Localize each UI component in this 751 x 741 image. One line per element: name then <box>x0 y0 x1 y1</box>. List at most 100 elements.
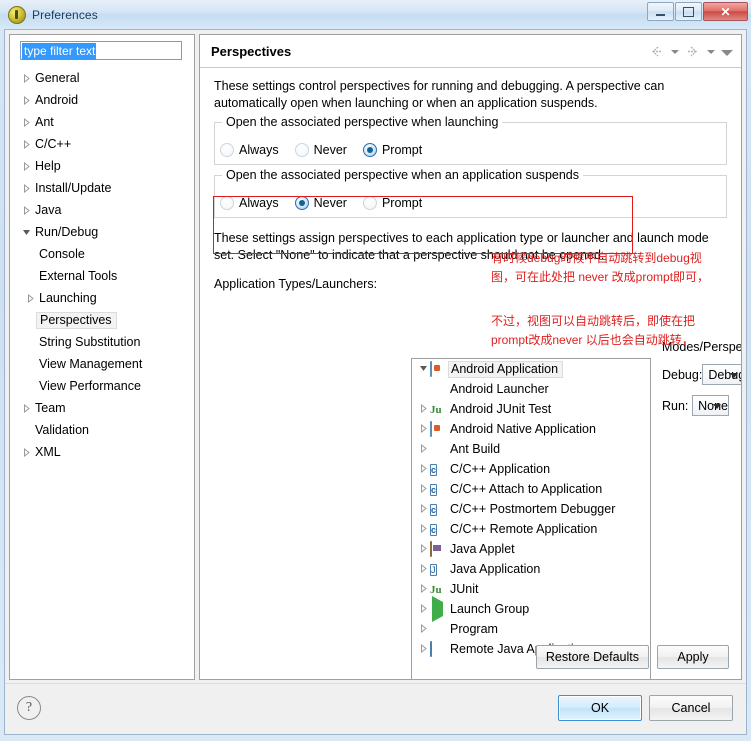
ok-button[interactable]: OK <box>558 695 642 721</box>
tree-collapse-arrow-icon[interactable] <box>416 364 430 375</box>
preference-page-panel: Perspectives These settings control pers… <box>199 34 742 680</box>
back-icon[interactable] <box>648 43 665 60</box>
back-dropdown-chevron-down-icon[interactable] <box>668 43 681 60</box>
list-item[interactable]: Program <box>412 619 650 639</box>
tree-expand-arrow-icon[interactable] <box>18 447 34 457</box>
sidebar-item-console[interactable]: Console <box>12 243 192 265</box>
list-item[interactable]: Launch Group <box>412 596 650 622</box>
list-item[interactable]: Android Launcher <box>412 379 650 399</box>
sidebar-item-run-debug[interactable]: Run/Debug <box>12 221 192 243</box>
launch-radio-never[interactable]: Never <box>294 143 347 157</box>
tree-expand-arrow-icon[interactable] <box>18 117 34 127</box>
cancel-button[interactable]: Cancel <box>649 695 733 721</box>
sidebar-item-label: Launching <box>39 291 97 305</box>
run-perspective-select[interactable]: None <box>692 395 729 416</box>
tree-expand-arrow-icon[interactable] <box>18 205 34 215</box>
preference-tree[interactable]: General Android Ant C/C++ Help Install/Update… <box>12 67 192 677</box>
sidebar-item-android[interactable]: Android <box>12 89 192 111</box>
sidebar-item-help[interactable]: Help <box>12 155 192 177</box>
tree-expand-arrow-icon[interactable] <box>18 403 34 413</box>
list-item[interactable]: Android Native Application <box>412 419 650 439</box>
close-button[interactable]: ✕ <box>703 2 748 21</box>
tree-expand-arrow-icon[interactable] <box>416 603 430 615</box>
tree-expand-arrow-icon[interactable] <box>18 161 34 171</box>
list-item-label: C/C++ Application <box>450 462 551 476</box>
list-item-label: Launch Group <box>450 602 530 616</box>
tree-collapse-arrow-icon[interactable] <box>18 228 34 237</box>
debug-perspective-select[interactable]: Debug <box>702 364 741 385</box>
filter-input-wrapper[interactable]: type filter text <box>20 41 182 60</box>
sidebar-item-validation[interactable]: Validation <box>12 419 192 441</box>
tree-expand-arrow-icon[interactable] <box>18 95 34 105</box>
sidebar-item-view-performance[interactable]: View Performance <box>12 375 192 397</box>
list-item[interactable]: Ant Build <box>412 439 650 459</box>
tree-expand-arrow-icon[interactable] <box>416 403 430 415</box>
tree-expand-arrow-icon[interactable] <box>18 183 34 193</box>
suspend-radio-never-label: Never <box>313 196 347 210</box>
sidebar-item-perspectives[interactable]: Perspectives <box>12 309 192 331</box>
tree-expand-arrow-icon[interactable] <box>416 463 430 475</box>
sidebar-item-view-management[interactable]: View Management <box>12 353 192 375</box>
sidebar-item-launching[interactable]: Launching <box>12 287 192 309</box>
help-icon[interactable]: ? <box>17 696 41 720</box>
tree-expand-arrow-icon[interactable] <box>416 643 430 655</box>
restore-defaults-button[interactable]: Restore Defaults <box>535 645 649 669</box>
c-icon: c <box>430 484 438 496</box>
sidebar-item-string-substitution[interactable]: String Substitution <box>12 331 192 353</box>
chevron-down-icon <box>713 404 721 409</box>
tree-expand-arrow-icon[interactable] <box>22 293 38 303</box>
sidebar-item-ant[interactable]: Ant <box>12 111 192 133</box>
tree-expand-arrow-icon[interactable] <box>416 543 430 555</box>
tree-expand-arrow-icon[interactable] <box>416 623 430 635</box>
tree-expand-arrow-icon[interactable] <box>416 583 430 595</box>
launch-perspective-group: Open the associated perspective when lau… <box>214 115 727 165</box>
list-item[interactable]: c C/C++ Remote Application <box>412 519 650 539</box>
chevron-down-icon <box>730 373 739 378</box>
page-menu-chevron-down-icon[interactable] <box>720 43 733 60</box>
preference-tree-panel: type filter text General Android Ant C/C++ H… <box>9 34 195 680</box>
sidebar-item-install-update[interactable]: Install/Update <box>12 177 192 199</box>
tree-expand-arrow-icon[interactable] <box>18 73 34 83</box>
sidebar-item-external-tools[interactable]: External Tools <box>12 265 192 287</box>
launch-radio-always[interactable]: Always <box>220 143 279 157</box>
list-item[interactable]: Ju JUnit <box>412 579 650 599</box>
list-item[interactable]: Ju Android JUnit Test <box>412 399 650 419</box>
tree-expand-arrow-icon[interactable] <box>416 483 430 495</box>
list-item[interactable]: J Java Application <box>412 559 650 579</box>
application-types-list[interactable]: Android Application Android Launcher Ju And… <box>411 358 651 679</box>
apply-button[interactable]: Apply <box>657 645 729 669</box>
tree-expand-arrow-icon[interactable] <box>18 139 34 149</box>
launch-radio-prompt[interactable]: Prompt <box>362 143 422 157</box>
list-item[interactable]: c C/C++ Postmortem Debugger <box>412 499 650 519</box>
list-item[interactable]: c C/C++ Application <box>412 459 650 479</box>
dialog-content: type filter text General Android Ant C/C++ H… <box>5 30 746 684</box>
sidebar-item-label: Java <box>35 203 62 217</box>
suspend-radio-prompt[interactable]: Prompt <box>362 196 422 210</box>
forward-dropdown-chevron-down-icon[interactable] <box>704 43 717 60</box>
launch-radio-never-label: Never <box>313 143 347 157</box>
sidebar-item-xml[interactable]: XML <box>12 441 192 463</box>
page-body: These settings control perspectives for … <box>200 68 741 679</box>
list-item[interactable]: c C/C++ Attach to Application <box>412 479 650 499</box>
suspend-radio-always[interactable]: Always <box>220 196 279 210</box>
tree-expand-arrow-icon[interactable] <box>416 523 430 535</box>
tree-expand-arrow-icon[interactable] <box>416 443 430 455</box>
sidebar-item-c-c[interactable]: C/C++ <box>12 133 192 155</box>
sidebar-item-team[interactable]: Team <box>12 397 192 419</box>
minimize-button[interactable] <box>647 2 674 21</box>
radio-dot-selected-icon <box>294 196 309 210</box>
list-item[interactable]: Java Applet <box>412 539 650 559</box>
sidebar-item-label: Help <box>35 159 61 173</box>
run-combo-row: Run: None <box>662 395 729 416</box>
search-input[interactable]: type filter text <box>22 43 97 60</box>
tree-expand-arrow-icon[interactable] <box>416 503 430 515</box>
sidebar-item-general[interactable]: General <box>12 67 192 89</box>
sidebar-item-java[interactable]: Java <box>12 199 192 221</box>
suspend-radio-never[interactable]: Never <box>294 196 347 210</box>
maximize-button[interactable] <box>675 2 702 21</box>
forward-icon[interactable] <box>684 43 701 60</box>
list-item[interactable]: Android Application <box>412 359 650 379</box>
suspend-radio-always-label: Always <box>239 196 279 210</box>
tree-expand-arrow-icon[interactable] <box>416 563 430 575</box>
tree-expand-arrow-icon[interactable] <box>416 423 430 435</box>
